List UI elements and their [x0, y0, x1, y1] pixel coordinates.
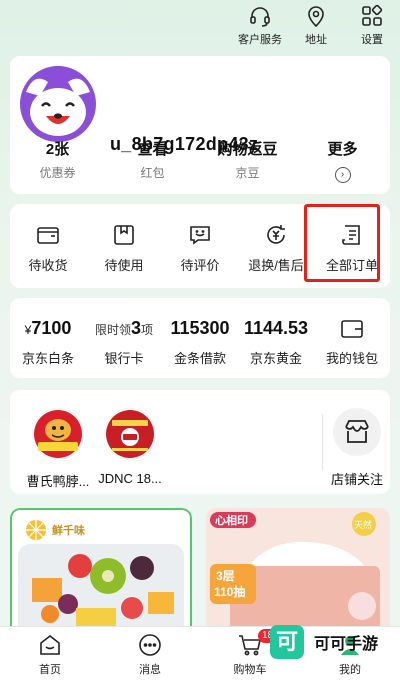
right-tag-count: 110抽: [214, 584, 245, 599]
coupon-label: 优惠券: [39, 166, 76, 180]
product-card[interactable]: 鲜千味: [10, 508, 192, 638]
shop-logo: [103, 407, 157, 461]
package-icon: [114, 225, 134, 245]
refund-aftersale-label: 退换/售后: [248, 258, 304, 273]
pending-use-label: 待使用: [104, 258, 144, 273]
avatar[interactable]: [20, 66, 96, 142]
wallet-icon: [341, 320, 363, 338]
right-badge-text: 天然: [354, 519, 372, 530]
tab-cart-label: 购物车: [233, 664, 267, 676]
red-packet-label: 红包: [140, 166, 165, 180]
my-wallet-item[interactable]: 我的钱包: [314, 298, 390, 378]
shop-follow-label: 店铺关注: [330, 472, 383, 487]
jintiao-item[interactable]: 115300 金条借款: [162, 298, 238, 378]
shop-icon: [333, 408, 381, 456]
jintiao-value: 115300: [170, 318, 230, 338]
wallet-card: ¥7100 京东白条 限时领3项 银行卡 115300 金条借款 1144.53…: [10, 298, 390, 378]
grid-settings-icon: [362, 4, 383, 26]
jingdou-stat[interactable]: 购物返豆 京豆: [200, 138, 295, 183]
settings-label: 设置: [361, 34, 383, 46]
message-icon: [139, 634, 161, 656]
tab-home[interactable]: 首页: [0, 627, 100, 681]
jingdou-value: 购物返豆: [217, 141, 278, 158]
location-pin-icon: [308, 6, 324, 28]
tab-messages-label: 消息: [139, 664, 161, 676]
more-stat[interactable]: 更多 ›: [295, 138, 390, 183]
bank-promo-suffix: 项: [141, 323, 154, 337]
left-brand-text: 鲜千味: [52, 523, 85, 537]
shop-name: JDNC 18...: [98, 471, 162, 486]
watermark-logo: 可: [270, 625, 304, 659]
customer-service-label: 客户服务: [238, 34, 282, 46]
all-orders-highlight: [304, 204, 380, 282]
bank-card-label: 银行卡: [104, 351, 144, 366]
jingdou-label: 京豆: [235, 166, 260, 180]
pending-review-button[interactable]: 待评价: [162, 204, 238, 288]
settings-button[interactable]: 设置: [344, 0, 400, 48]
wallet-box-icon: [37, 227, 59, 244]
bank-card-item[interactable]: 限时领3项 银行卡: [86, 298, 162, 378]
jintiao-label: 金条借款: [173, 351, 226, 366]
red-packet-value: 查看: [137, 141, 168, 158]
gold-value: 1144.53: [243, 318, 309, 338]
home-icon: [40, 634, 60, 655]
divider: [322, 414, 323, 470]
headset-icon: [250, 7, 270, 27]
pending-review-label: 待评价: [180, 258, 220, 273]
review-chat-icon: [190, 226, 210, 245]
address-button[interactable]: 地址: [288, 0, 344, 48]
gold-label: 京东黄金: [249, 351, 302, 366]
shop-item[interactable]: JDNC 18...: [82, 407, 178, 486]
shop-follow-button[interactable]: 店铺关注: [324, 408, 390, 488]
refund-aftersale-button[interactable]: 退换/售后: [238, 204, 314, 288]
customer-service-button[interactable]: 客户服务: [232, 0, 288, 48]
shop-logo: [31, 407, 85, 461]
coupon-stat[interactable]: 2张 优惠券: [10, 138, 105, 183]
bank-promo-value: 3: [130, 318, 141, 338]
pending-receipt-label: 待收货: [28, 258, 68, 273]
my-wallet-label: 我的钱包: [325, 351, 378, 366]
followed-shops-card: 曹氏鸭脖... JDNC 18... 店铺关注: [10, 390, 390, 494]
refund-icon: [267, 225, 285, 244]
pending-receipt-button[interactable]: 待收货: [10, 204, 86, 288]
pending-use-button[interactable]: 待使用: [86, 204, 162, 288]
chevron-right-icon: ›: [334, 167, 351, 183]
tissue-product-image: 心相印 天然 3层 110抽: [206, 508, 390, 638]
watermark-text: 可可手游: [314, 636, 379, 653]
top-navigation: 客户服务 地址 设置: [232, 0, 400, 48]
bank-promo-prefix: 限时领: [94, 323, 131, 337]
tab-messages[interactable]: 消息: [100, 627, 200, 681]
product-card[interactable]: 心相印 天然 3层 110抽: [206, 508, 390, 638]
address-label: 地址: [305, 34, 327, 46]
watermark: 可 可可手游: [270, 622, 378, 662]
baitiao-item[interactable]: ¥7100 京东白条: [10, 298, 86, 378]
coupon-count: 2张: [45, 141, 70, 158]
baitiao-value: 7100: [31, 318, 72, 338]
more-label: 更多: [327, 141, 358, 158]
fruit-product-image: 鲜千味: [10, 508, 192, 638]
profile-stats: 2张 优惠券 查看 红包 购物返豆 京豆 更多 ›: [10, 138, 390, 183]
red-packet-stat[interactable]: 查看 红包: [105, 138, 200, 183]
right-tag-layers: 3层: [216, 569, 235, 583]
right-brand-text: 心相印: [215, 513, 248, 527]
baitiao-label: 京东白条: [21, 351, 74, 366]
profile-card: u_8b7g172dp43z 2张 优惠券 查看 红包 购物返豆 京豆 更多 ›: [10, 56, 390, 194]
tab-profile-label: 我的: [339, 664, 361, 676]
tab-home-label: 首页: [39, 664, 61, 676]
gold-item[interactable]: 1144.53 京东黄金: [238, 298, 314, 378]
